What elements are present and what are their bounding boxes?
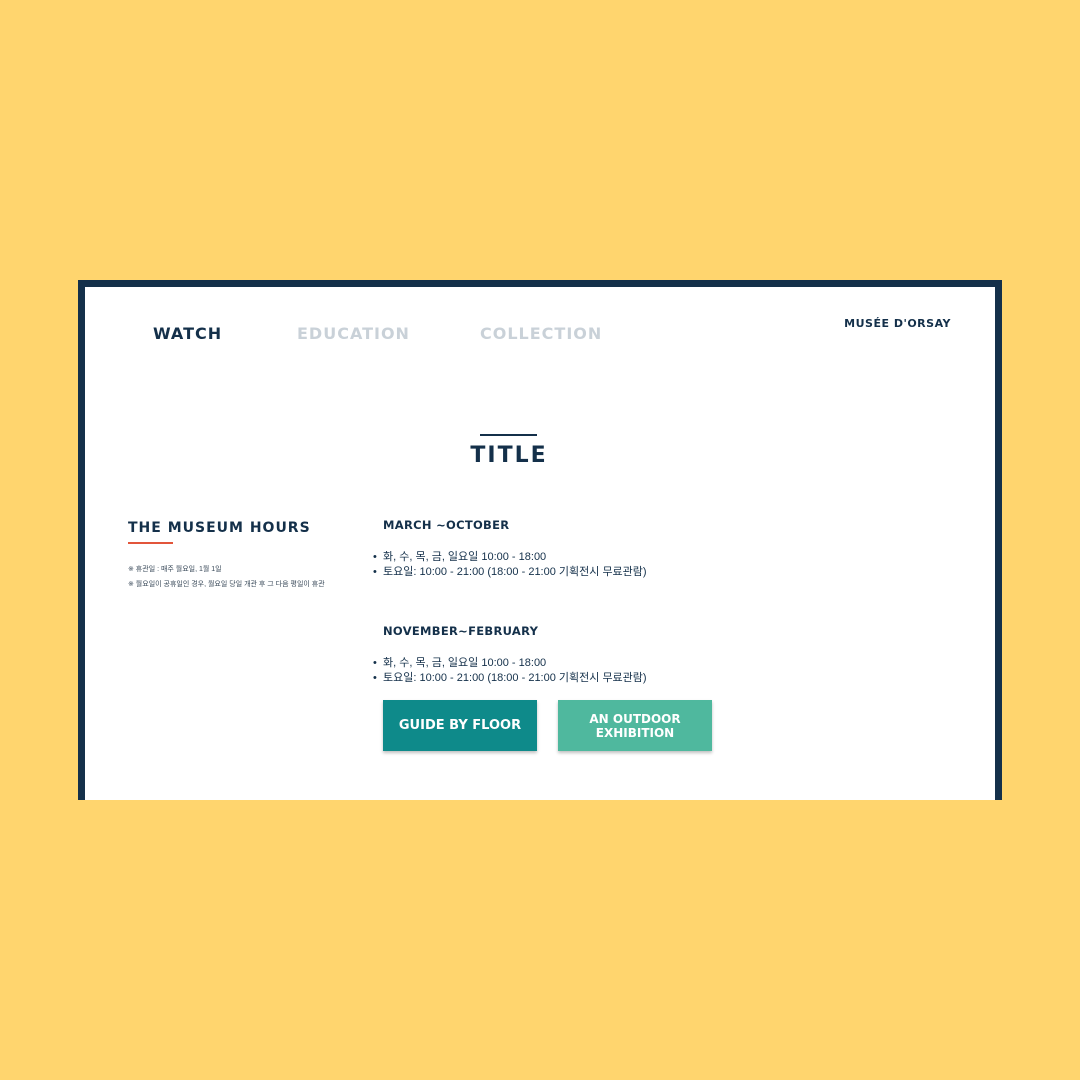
hours-list-march-october: 화, 수, 목, 금, 일요일 10:00 - 18:00 토요일: 10:00… [373,550,647,580]
hours-line: 토요일: 10:00 - 21:00 (18:00 - 21:00 기획전시 무… [373,671,647,686]
outdoor-exhibition-label: AN OUTDOOR EXHIBITION [589,711,681,740]
page-title: TITLE [470,443,548,468]
hours-list-november-february: 화, 수, 목, 금, 일요일 10:00 - 18:00 토요일: 10:00… [373,656,647,686]
outdoor-exhibition-button[interactable]: AN OUTDOOR EXHIBITION [558,700,712,751]
brand-logo[interactable]: MUSÉE D'ORSAY [844,317,951,330]
museum-hours-heading: THE MUSEUM HOURS [128,520,311,536]
hours-line: 화, 수, 목, 금, 일요일 10:00 - 18:00 [373,656,647,671]
museum-hours-underline [128,542,173,544]
nav-item-collection[interactable]: COLLECTION [480,324,602,343]
nav-item-education[interactable]: EDUCATION [297,324,410,343]
guide-by-floor-button[interactable]: GUIDE BY FLOOR [383,700,537,751]
season-heading-november-february: NOVEMBER~FEBRUARY [383,624,539,638]
browser-frame: WATCH EDUCATION COLLECTION MUSÉE D'ORSAY… [78,280,1002,800]
title-rule [480,434,537,436]
nav-item-watch[interactable]: WATCH [153,324,222,343]
closing-note: ※ 휴관일 : 매주 월요일, 1월 1일 [128,566,222,573]
guide-by-floor-label: GUIDE BY FLOOR [398,717,522,733]
season-heading-march-october: MARCH ~OCTOBER [383,518,510,532]
hours-line: 화, 수, 목, 금, 일요일 10:00 - 18:00 [373,550,647,565]
hours-line: 토요일: 10:00 - 21:00 (18:00 - 21:00 기획전시 무… [373,565,647,580]
page-content: WATCH EDUCATION COLLECTION MUSÉE D'ORSAY… [85,287,995,800]
holiday-note: ※ 월요일이 공휴일인 경우, 월요일 당일 개관 후 그 다음 평일이 휴관 [128,581,325,588]
